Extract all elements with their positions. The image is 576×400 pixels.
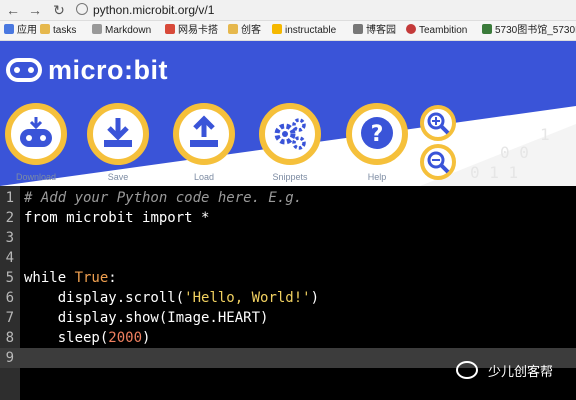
download-label: Download — [15, 172, 57, 182]
code-token: ) — [310, 290, 320, 306]
code-text: from microbit import * — [24, 208, 209, 228]
bookmark-5730-library[interactable]: 5730图书馆_5730I — [482, 24, 576, 38]
wechat-icon — [456, 361, 478, 379]
help-icon: ? — [361, 117, 393, 149]
load-icon — [190, 115, 218, 147]
code-token: display.scroll( — [24, 290, 185, 306]
code-text: while True: — [24, 268, 117, 288]
line-number: 2 — [5, 210, 14, 226]
download-icon — [20, 117, 52, 147]
line-number: 6 — [5, 290, 14, 306]
save-button[interactable]: Save — [86, 101, 150, 183]
folder-icon — [228, 24, 238, 34]
line-number: 8 — [5, 330, 14, 346]
line-number: 5 — [5, 270, 14, 286]
library-5-icon — [482, 24, 492, 34]
load-button[interactable]: Load — [172, 101, 236, 183]
bookmarks-bar: 应用 tasks Markdown 网易卡搭 创客 instructable 博… — [0, 21, 576, 41]
bookmark-markdown[interactable]: Markdown — [92, 24, 151, 38]
svg-text:?: ? — [371, 122, 384, 147]
code-text: # Add your Python code here. E.g. — [24, 188, 302, 208]
line-number: 7 — [5, 310, 14, 326]
line-number: 3 — [5, 230, 14, 246]
instructables-robot-icon — [272, 24, 282, 34]
code-token: display.show(Image.HEART) — [24, 310, 269, 326]
code-token: # Add your Python code here. E.g. — [24, 190, 303, 206]
back-arrow-icon[interactable]: ← — [4, 1, 22, 19]
watermark-text: 少儿创客帮 — [488, 364, 554, 379]
code-token: import * — [133, 210, 210, 226]
code-line[interactable]: 2 from microbit import * — [0, 208, 576, 228]
help-button[interactable]: ? Help — [345, 101, 409, 183]
save-icon — [104, 118, 132, 147]
code-line[interactable]: 8 sleep(2000) — [0, 328, 576, 348]
snippets-button[interactable]: Snippets — [258, 101, 322, 183]
forward-arrow-icon[interactable]: → — [26, 1, 44, 19]
folder-icon — [40, 24, 50, 34]
zoom-in-button[interactable] — [420, 105, 456, 141]
snippets-label: Snippets — [272, 172, 308, 182]
url-text: python.microbit.org/v/1 — [93, 3, 215, 17]
svg-text:1: 1 — [540, 125, 550, 144]
markdown-icon — [92, 24, 102, 34]
code-token: from — [24, 210, 67, 226]
netease-icon — [165, 24, 175, 34]
teambition-icon — [406, 24, 416, 34]
reload-icon[interactable]: ↻ — [50, 1, 68, 19]
site-header: micro:bit — [0, 41, 576, 100]
code-token: while — [24, 270, 75, 286]
zoom-in-icon — [427, 112, 450, 135]
svg-text:0 0: 0 0 — [500, 143, 529, 162]
bookmark-netease[interactable]: 网易卡搭 — [165, 24, 218, 38]
bookmark-chuangke[interactable]: 创客 — [228, 24, 261, 38]
code-token: 'Hello, World!' — [184, 290, 311, 306]
code-text: display.scroll('Hello, World!') — [24, 288, 319, 308]
cnblogs-icon — [353, 24, 363, 34]
code-line[interactable]: 7 display.show(Image.HEART) — [0, 308, 576, 328]
microbit-logo-icon — [6, 58, 42, 82]
wechat-watermark: 少儿创客帮 — [456, 360, 553, 384]
code-line[interactable]: 5 while True: — [0, 268, 576, 288]
code-token: sleep( — [24, 330, 109, 346]
bookmark-instructable[interactable]: instructable — [272, 24, 336, 38]
code-text: display.show(Image.HEART) — [24, 308, 269, 328]
code-token: ) — [142, 330, 151, 346]
svg-text:0 1 1: 0 1 1 — [470, 163, 518, 182]
line-number: 1 — [5, 190, 14, 206]
code-token: : — [108, 270, 117, 286]
zoom-out-icon — [427, 151, 450, 174]
download-button[interactable]: Download — [4, 101, 68, 183]
bookmark-teambition[interactable]: Teambition — [406, 24, 467, 38]
site-info-icon[interactable] — [76, 3, 88, 15]
code-token: 2000 — [108, 330, 143, 346]
zoom-out-button[interactable] — [420, 144, 456, 180]
url-field[interactable]: python.microbit.org/v/1 — [76, 2, 566, 18]
line-number: 4 — [5, 250, 14, 266]
browser-address-bar: ← → ↻ python.microbit.org/v/1 — [0, 0, 576, 21]
code-line[interactable]: 4 — [0, 248, 576, 268]
line-number: 9 — [5, 350, 14, 366]
code-text: sleep(2000) — [24, 328, 151, 348]
code-token: True — [74, 270, 109, 286]
apps-grid-icon — [4, 24, 14, 34]
bookmark-cnblogs[interactable]: 博客园 — [353, 24, 396, 38]
save-label: Save — [107, 172, 129, 182]
toolbar: 0 1 10 0 1 Download Save Load Snippets ? … — [0, 100, 576, 186]
code-line[interactable]: 1 # Add your Python code here. E.g. — [0, 188, 576, 208]
code-line[interactable]: 3 — [0, 228, 576, 248]
help-label: Help — [367, 172, 387, 182]
code-line[interactable]: 6 display.scroll('Hello, World!') — [0, 288, 576, 308]
bookmark-apps[interactable]: 应用 — [4, 24, 37, 38]
logo-text: micro:bit — [48, 55, 169, 85]
snippets-icon — [274, 118, 306, 150]
bookmark-tasks[interactable]: tasks — [40, 24, 76, 38]
load-label: Load — [193, 172, 215, 182]
code-token: microbit — [66, 210, 134, 226]
